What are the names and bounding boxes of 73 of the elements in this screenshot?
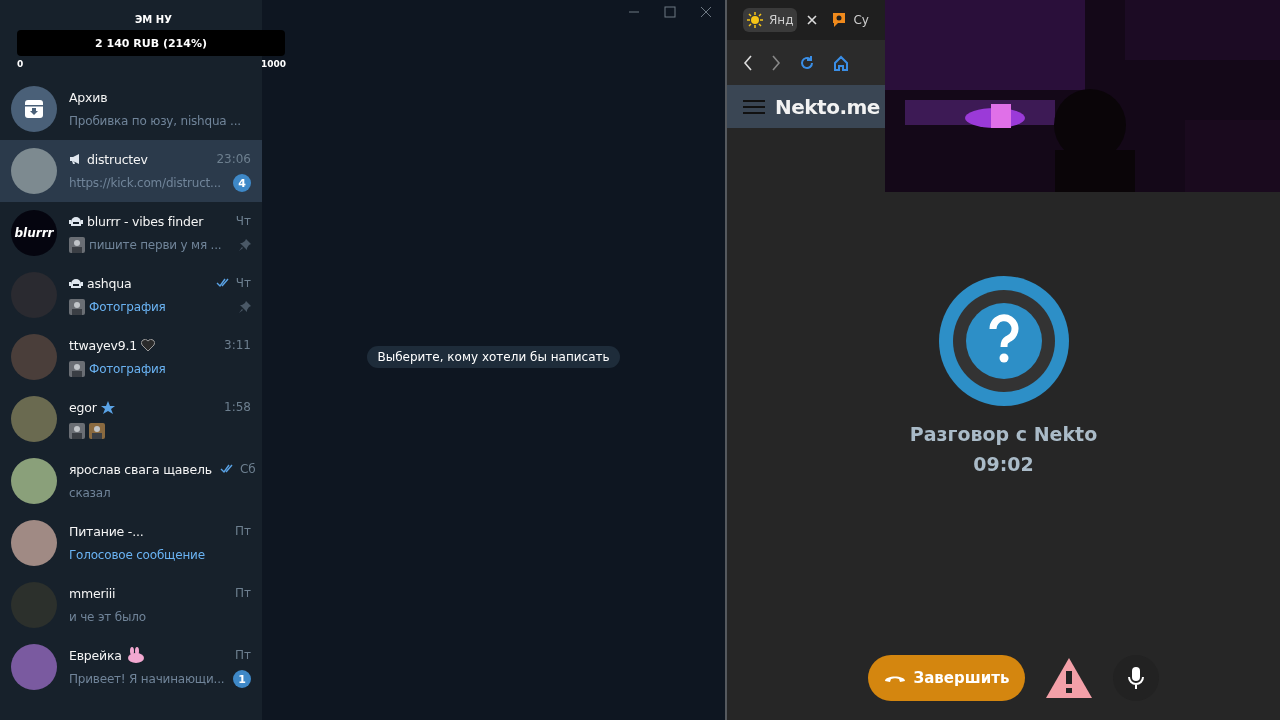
forward-icon xyxy=(771,54,781,71)
message-preview: и че эт было xyxy=(69,610,146,624)
star-icon xyxy=(100,400,115,414)
unknown-user-icon xyxy=(937,275,1070,407)
goal-title: ЭМ НУ xyxy=(135,14,172,25)
message-preview: пишите перви у мя ... xyxy=(89,238,222,252)
message-preview: сказал xyxy=(69,486,111,500)
chat-time: 3:11 xyxy=(224,338,251,352)
message-preview: Привеет! Я начинающи... xyxy=(69,672,225,686)
unread-count-badge: 4 xyxy=(233,174,251,192)
microphone-icon xyxy=(1128,665,1145,690)
chat-time: 23:06 xyxy=(216,152,251,166)
warning-icon xyxy=(1045,656,1094,699)
archive-icon xyxy=(24,99,44,119)
chat-name: distructev xyxy=(87,151,148,167)
message-preview: Голосовое сообщение xyxy=(69,548,205,562)
call-title: Разговор с Nekto xyxy=(909,423,1098,445)
chat-name: ttwayev9.1 xyxy=(69,337,138,353)
back-icon xyxy=(743,54,753,71)
chat-time: Чт xyxy=(235,276,251,290)
chat-name: mmeriii xyxy=(69,585,116,601)
menu-icon xyxy=(743,98,765,115)
close-icon xyxy=(807,15,818,25)
chat-time: Пт xyxy=(235,524,251,538)
chat-name: Еврейка xyxy=(69,647,122,663)
chat-name: Архив xyxy=(69,89,108,105)
chat-list-item[interactable]: distructev 23:06 https://kick.com/distruct... 4 xyxy=(0,140,262,202)
message-preview: https://kick.com/distruct... xyxy=(69,176,221,190)
maximize-icon xyxy=(664,6,676,18)
message-preview: Фотография xyxy=(89,300,166,314)
speech-bubble-icon xyxy=(831,12,848,28)
chat-name: ярослав свага щавель xyxy=(69,461,212,477)
chat-time: Пт xyxy=(235,586,251,600)
reload-icon xyxy=(799,54,815,71)
goal-amount: 2 140 RUB (214%) xyxy=(94,35,208,52)
chat-name: Питание -... xyxy=(69,523,144,539)
browser-tab[interactable]: Янд xyxy=(743,8,798,32)
back-button[interactable] xyxy=(743,54,753,71)
chat-time: Пт xyxy=(235,648,251,662)
avatar xyxy=(11,520,57,566)
avatar xyxy=(11,334,57,380)
message-preview: Фотография xyxy=(89,362,166,376)
avatar xyxy=(11,644,57,690)
home-icon xyxy=(833,54,849,71)
home-button[interactable] xyxy=(833,54,849,71)
chat-name: blurrr - vibes finder xyxy=(87,213,204,229)
avatar xyxy=(11,396,57,442)
chat-time: 1:58 xyxy=(224,400,251,414)
avatar xyxy=(11,458,57,504)
chat-name: egor xyxy=(69,399,97,415)
chat-time: Чт xyxy=(235,214,251,228)
report-button[interactable] xyxy=(1045,656,1094,699)
goal-max: 1000 xyxy=(261,59,287,69)
forward-button[interactable] xyxy=(771,54,781,71)
close-tab-button[interactable] xyxy=(807,15,818,25)
chat-name: ashqua xyxy=(87,275,132,291)
empty-chat-hint: Выберите, кому хотели бы написать xyxy=(367,346,620,368)
avatar-logo-text: blurrr xyxy=(14,226,54,240)
unread-count-badge: 1 xyxy=(233,670,251,688)
bunny-icon xyxy=(125,647,146,663)
close-icon xyxy=(700,6,712,18)
message-preview: Пробивка по юзу, nishqua ... xyxy=(69,114,241,128)
call-timer: 09:02 xyxy=(973,453,1034,475)
reload-button[interactable] xyxy=(799,54,815,71)
headphones-icon xyxy=(69,277,83,289)
chat-time: Сб xyxy=(239,462,256,476)
headphones-icon xyxy=(69,215,83,227)
avatar xyxy=(11,148,57,194)
heart-icon xyxy=(141,338,156,352)
site-logo: Nekto.me xyxy=(775,94,880,119)
sun-icon xyxy=(747,12,763,28)
goal-min: 0 xyxy=(17,59,24,69)
browser-tab[interactable]: Су xyxy=(827,8,873,32)
